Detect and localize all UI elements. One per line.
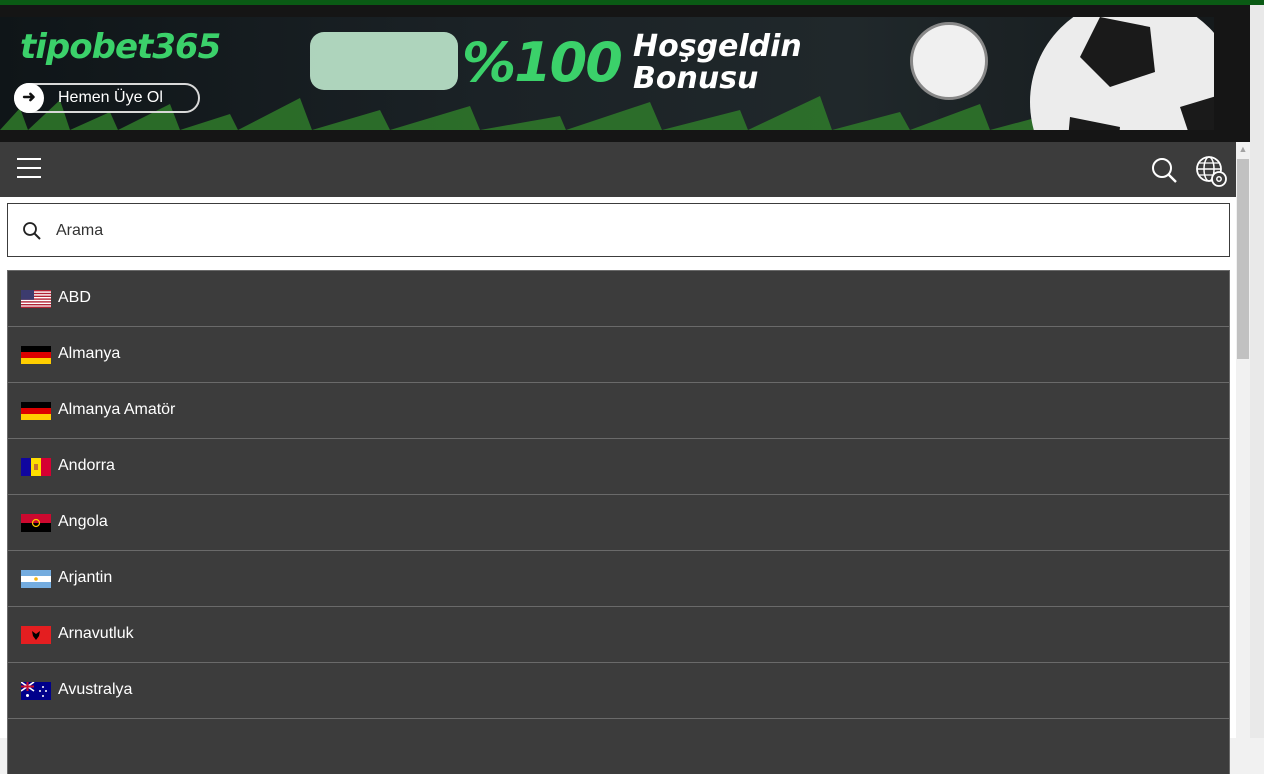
country-item-next[interactable] <box>7 718 1230 774</box>
country-item-avustralya[interactable]: Avustralya <box>7 662 1230 718</box>
bonus-line-2: Bonusu <box>633 61 759 96</box>
argentina-flag-icon <box>21 570 51 588</box>
bonus-line-1: Hoşgeldin <box>633 29 802 64</box>
search-icon <box>23 222 41 240</box>
us-flag-icon <box>21 290 51 308</box>
country-item-almanya-amator[interactable]: Almanya Amatör <box>7 382 1230 438</box>
globe-gear-icon[interactable] <box>1194 154 1228 188</box>
country-label: Arjantin <box>58 569 113 586</box>
country-label: Arnavutluk <box>58 625 134 642</box>
albania-flag-icon <box>21 626 51 644</box>
bonus-title: Hoşgeldin Bonusu <box>633 31 802 95</box>
bonus-badge <box>310 32 458 90</box>
country-item-arnavutluk[interactable]: Arnavutluk <box>7 606 1230 662</box>
country-list: ABD Almanya Almanya Amatör Andorra Angol… <box>7 270 1230 774</box>
country-item-abd[interactable]: ABD <box>7 270 1230 326</box>
join-now-button[interactable]: ➜ Hemen Üye Ol <box>14 83 200 113</box>
search-icon[interactable] <box>1150 156 1178 184</box>
germany-flag-icon <box>21 402 51 420</box>
brand-logo: tipobet365 <box>20 27 221 67</box>
country-label: Almanya <box>58 345 121 362</box>
scroll-up-arrow-icon[interactable]: ▲ <box>1236 142 1250 156</box>
country-item-andorra[interactable]: Andorra <box>7 438 1230 494</box>
hamburger-menu-icon[interactable] <box>17 158 41 180</box>
join-now-label: Hemen Üye Ol <box>58 89 163 106</box>
search-input[interactable] <box>54 216 1158 246</box>
country-item-angola[interactable]: Angola <box>7 494 1230 550</box>
promo-banner[interactable]: tipobet365 ➜ Hemen Üye Ol %100 Hoşgeldin… <box>0 17 1214 130</box>
country-item-almanya[interactable]: Almanya <box>7 326 1230 382</box>
country-label: Angola <box>58 513 108 530</box>
sports-coin-icon <box>910 22 988 100</box>
promo-banner-area: tipobet365 ➜ Hemen Üye Ol %100 Hoşgeldin… <box>0 5 1250 142</box>
angola-flag-icon <box>21 514 51 532</box>
germany-flag-icon <box>21 346 51 364</box>
country-item-arjantin[interactable]: Arjantin <box>7 550 1230 606</box>
main-content: ABD Almanya Almanya Amatör Andorra <box>0 197 1236 774</box>
country-label: Almanya Amatör <box>58 401 176 418</box>
window-edge <box>1250 5 1264 738</box>
country-label: Andorra <box>58 457 115 474</box>
search-box[interactable] <box>7 203 1230 257</box>
vertical-scrollbar[interactable]: ▲ <box>1236 142 1250 738</box>
andorra-flag-icon <box>21 458 51 476</box>
top-navigation-bar <box>0 142 1236 197</box>
arrow-icon: ➜ <box>14 83 44 113</box>
bonus-percent: %100 <box>462 31 623 94</box>
australia-flag-icon <box>21 682 51 700</box>
country-label: ABD <box>58 289 91 306</box>
scrollbar-thumb[interactable] <box>1237 159 1249 359</box>
country-label: Avustralya <box>58 681 133 698</box>
football-image <box>1030 17 1214 130</box>
